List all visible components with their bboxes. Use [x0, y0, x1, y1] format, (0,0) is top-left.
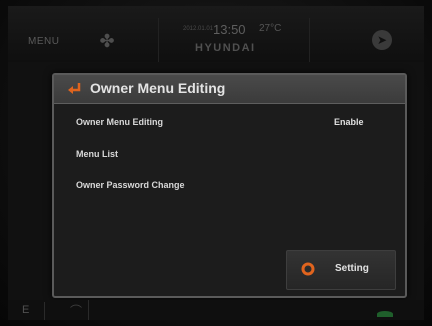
menu-item-owner-password-change[interactable]: Owner Password Change [76, 180, 185, 190]
dialog-header: Owner Menu Editing [54, 75, 405, 104]
brand-logo-text: HYUNDAI [195, 42, 256, 54]
menu-item-owner-menu-editing[interactable]: Owner Menu Editing [76, 117, 163, 127]
gear-icon [301, 262, 315, 276]
clock-time: 13:50 [213, 22, 246, 37]
setting-button[interactable]: Setting [286, 250, 396, 290]
bottom-status-strip: E ⌒ [8, 300, 424, 320]
owner-menu-editing-dialog: Owner Menu Editing Owner Menu Editing En… [52, 73, 407, 298]
owner-menu-editing-value[interactable]: Enable [334, 117, 364, 127]
setting-button-label: Setting [335, 263, 369, 274]
divider [88, 300, 89, 320]
navigation-icon[interactable]: ➤ [372, 30, 392, 50]
seat-icon: ⌒ [70, 304, 83, 318]
fan-icon[interactable]: ✤ [96, 30, 118, 52]
divider [44, 302, 45, 320]
top-status-bar: MENU ✤ 2012.01.01 13:50 27°C HYUNDAI ➤ [8, 6, 424, 62]
dialog-title: Owner Menu Editing [90, 80, 226, 96]
date-text: 2012.01.01 [183, 26, 214, 32]
bottom-left-label: E [22, 304, 30, 316]
temperature-text: 27°C [259, 23, 282, 34]
back-arrow-icon[interactable] [66, 80, 84, 98]
status-indicator-icon [377, 311, 393, 317]
menu-button[interactable]: MENU [28, 36, 59, 47]
menu-item-menu-list[interactable]: Menu List [76, 149, 118, 159]
clock-area: 2012.01.01 13:50 27°C HYUNDAI [158, 18, 310, 62]
